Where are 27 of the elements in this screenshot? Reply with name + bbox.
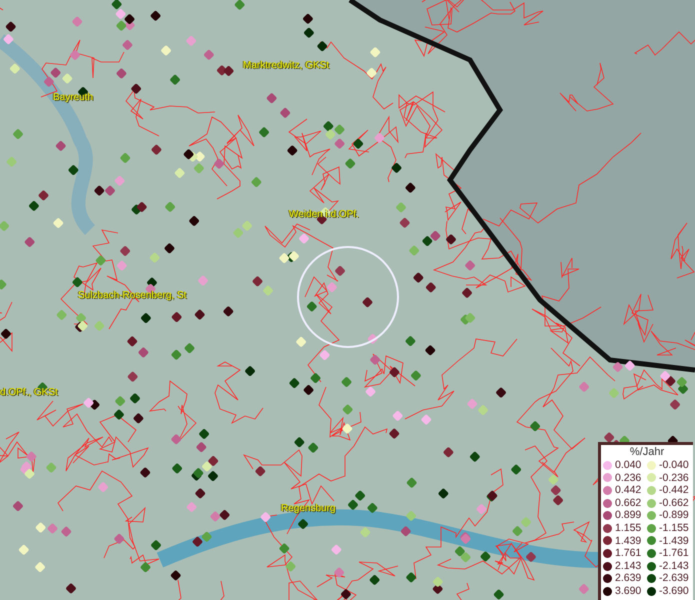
legend-value: 2.143 bbox=[615, 560, 642, 572]
legend-title: %/Jahr bbox=[628, 446, 666, 459]
place-label: Weiden i.d.OPf. bbox=[289, 209, 359, 220]
legend-value: -1.761 bbox=[659, 547, 689, 560]
legend-value: 1.155 bbox=[615, 522, 642, 535]
legend-value: 0.442 bbox=[615, 484, 642, 497]
legend-value: -0.662 bbox=[659, 496, 689, 510]
legend-value: 0.236 bbox=[615, 472, 642, 484]
legend-value: 0.899 bbox=[615, 509, 642, 522]
legend-value: -1.155 bbox=[659, 522, 689, 535]
place-label: d.OPf., GKSt bbox=[0, 387, 58, 398]
legend-value: -0.040 bbox=[659, 459, 689, 472]
legend-value: -0.442 bbox=[659, 484, 689, 497]
legend-value: 3.690 bbox=[615, 584, 642, 598]
legend-value: 1.439 bbox=[615, 534, 642, 548]
place-label: Bayreuth bbox=[53, 92, 94, 103]
legend-value: -0.236 bbox=[659, 472, 689, 484]
legend-value: 1.761 bbox=[615, 547, 642, 560]
legend-value: -0.899 bbox=[659, 509, 689, 522]
legend-value: 0.040 bbox=[615, 459, 642, 472]
place-label: Marktredwitz, GKSt bbox=[243, 60, 330, 71]
legend-value: 2.639 bbox=[615, 572, 642, 585]
legend-value: -2.639 bbox=[659, 572, 689, 585]
legend-value: -1.439 bbox=[659, 534, 689, 548]
legend-value: 0.662 bbox=[615, 496, 642, 510]
legend-value: -3.690 bbox=[659, 584, 689, 598]
legend-value: -2.143 bbox=[659, 560, 689, 572]
